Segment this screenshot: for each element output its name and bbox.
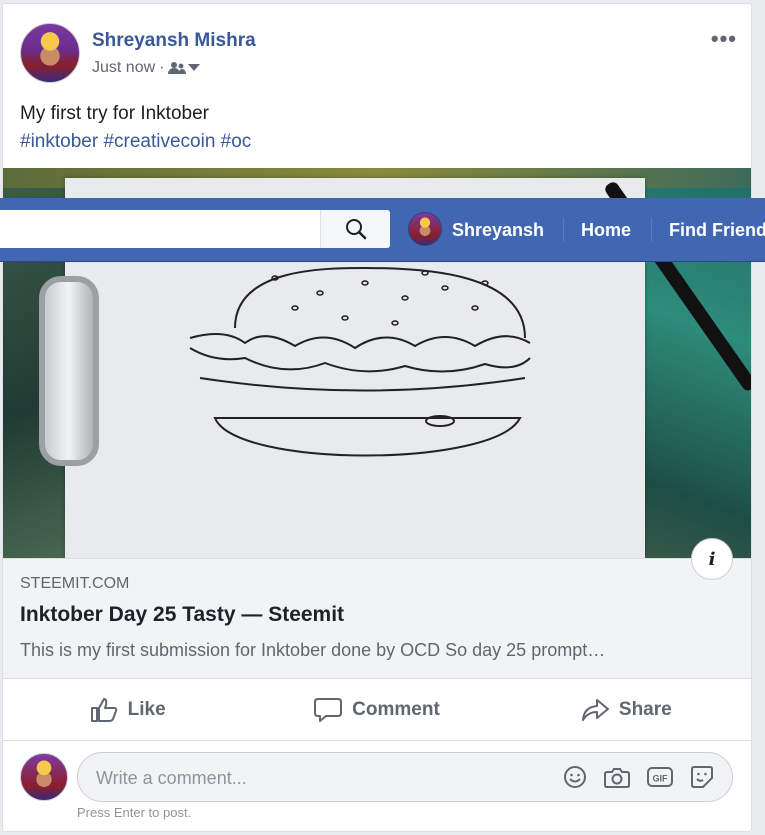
link-domain: STEEMIT.COM bbox=[20, 575, 130, 592]
post-message: My first try for Inktober bbox=[20, 103, 209, 124]
post-card: Shreyansh Mishra Just now · ••• My first… bbox=[2, 3, 752, 832]
nav-divider bbox=[563, 218, 564, 242]
svg-text:GIF: GIF bbox=[653, 774, 669, 784]
friends-icon[interactable] bbox=[168, 61, 201, 75]
info-icon[interactable]: i bbox=[691, 538, 733, 580]
comment-hint: Press Enter to post. bbox=[77, 805, 192, 820]
clipboard-clip bbox=[39, 276, 99, 466]
link-title[interactable]: Inktober Day 25 Tasty — Steemit bbox=[20, 603, 344, 627]
post-meta: Just now · bbox=[92, 59, 201, 77]
comment-icon bbox=[314, 698, 343, 722]
nav-home[interactable]: Home bbox=[581, 220, 631, 241]
link-preview[interactable]: STEEMIT.COM Inktober Day 25 Tasty — Stee… bbox=[3, 558, 751, 679]
commenter-avatar[interactable] bbox=[20, 753, 68, 801]
post-hashtags[interactable]: #inktober #creativecoin #oc bbox=[20, 128, 251, 156]
share-button[interactable]: Share bbox=[502, 679, 751, 741]
author-name[interactable]: Shreyansh Mishra bbox=[92, 30, 256, 52]
profile-link[interactable]: Shreyansh bbox=[452, 220, 544, 241]
facebook-top-bar: Shreyansh Home Find Friends bbox=[0, 198, 765, 262]
share-icon bbox=[581, 699, 609, 721]
camera-icon[interactable] bbox=[604, 765, 630, 789]
chevron-down-icon bbox=[188, 64, 201, 71]
author-avatar[interactable] bbox=[20, 23, 80, 83]
like-label: Like bbox=[127, 699, 166, 720]
comment-label: Comment bbox=[352, 699, 440, 720]
gif-icon[interactable]: GIF bbox=[647, 765, 673, 789]
nav-divider bbox=[651, 218, 652, 242]
search-button[interactable] bbox=[320, 210, 390, 248]
share-label: Share bbox=[618, 699, 672, 720]
link-description: This is my first submission for Inktober… bbox=[20, 640, 606, 660]
search-icon bbox=[345, 219, 366, 240]
like-button[interactable]: Like bbox=[3, 679, 252, 741]
comment-button[interactable]: Comment bbox=[252, 679, 501, 741]
emoji-icon[interactable] bbox=[563, 765, 587, 789]
comment-input[interactable]: Write a comment... GIF bbox=[77, 752, 733, 802]
post-actions: Like Comment Share bbox=[3, 679, 751, 741]
post-text: My first try for Inktober #inktober #cre… bbox=[20, 100, 251, 156]
profile-avatar[interactable] bbox=[408, 212, 442, 246]
actions-divider bbox=[3, 740, 751, 741]
post-timestamp[interactable]: Just now bbox=[92, 59, 155, 77]
comment-tools: GIF bbox=[563, 765, 714, 789]
dot-separator: · bbox=[159, 59, 165, 76]
sticker-icon[interactable] bbox=[690, 765, 714, 789]
thumbs-up-icon bbox=[90, 698, 117, 722]
more-options-icon[interactable]: ••• bbox=[711, 26, 737, 52]
nav-find-friends[interactable]: Find Friends bbox=[669, 220, 765, 241]
comment-placeholder: Write a comment... bbox=[96, 768, 247, 788]
